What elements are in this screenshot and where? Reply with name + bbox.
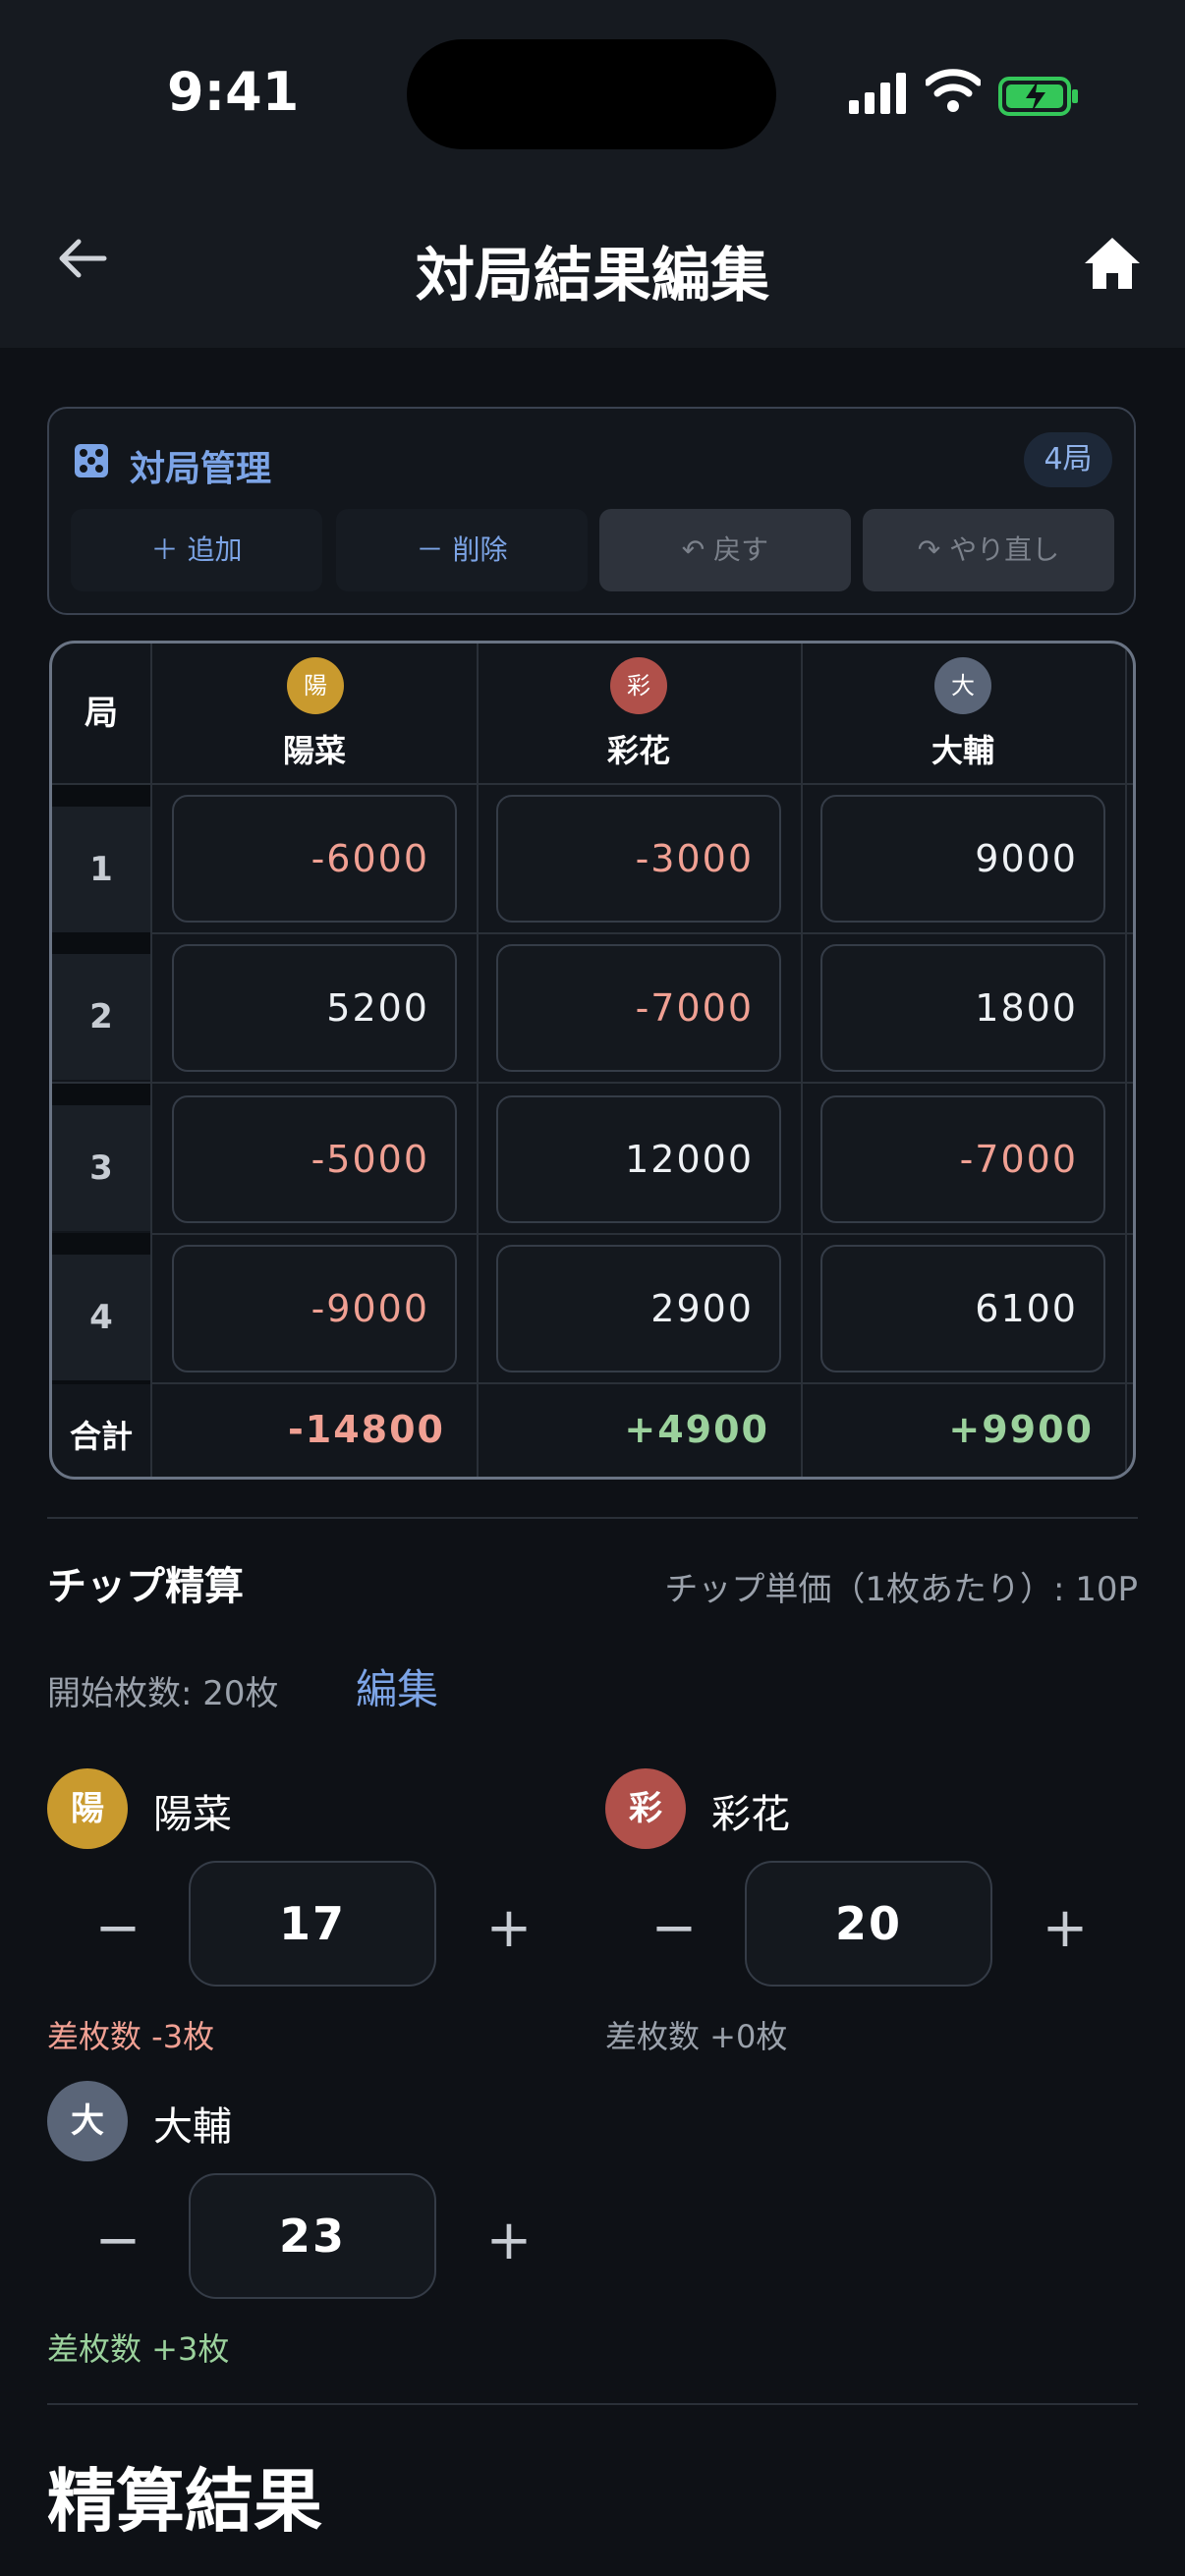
- total-score: -14800: [288, 1408, 445, 1451]
- player-name: 彩花: [711, 1792, 790, 1837]
- home-icon[interactable]: [1083, 234, 1142, 293]
- page-title: 対局結果編集: [416, 242, 769, 310]
- score-cell[interactable]: 2900: [496, 1245, 781, 1372]
- chip-count-field[interactable]: 23: [189, 2173, 436, 2299]
- player-name-header: 陽菜: [282, 732, 346, 769]
- delete-round-button[interactable]: － 削除: [336, 509, 588, 591]
- chip-count-field[interactable]: 17: [189, 1861, 436, 1987]
- chip-edit-link[interactable]: 編集: [356, 1656, 438, 1716]
- decrement-button[interactable]: −: [88, 2209, 147, 2272]
- chip-count-field[interactable]: 20: [745, 1861, 992, 1987]
- total-score: +9900: [948, 1408, 1094, 1451]
- increment-button[interactable]: +: [1036, 1896, 1095, 1960]
- round-number: 1: [52, 807, 150, 932]
- player-name-header: 彩花: [606, 732, 670, 769]
- increment-button[interactable]: +: [480, 2209, 538, 2272]
- score-cell[interactable]: -5000: [172, 1095, 457, 1223]
- chip-diff: 差枚数 -3枚: [47, 2018, 215, 2055]
- redo-button[interactable]: ↷ やり直し: [863, 509, 1114, 591]
- score-cell[interactable]: 5200: [172, 944, 457, 1072]
- score-cell[interactable]: -7000: [820, 1095, 1105, 1223]
- divider: [47, 1517, 1138, 1519]
- divider: [47, 2403, 1138, 2405]
- player-avatar: 彩: [610, 657, 667, 714]
- score-cell[interactable]: 6100: [820, 1245, 1105, 1372]
- redo-icon: ↷: [917, 533, 950, 566]
- decrement-button[interactable]: −: [88, 1896, 147, 1960]
- increment-button[interactable]: +: [480, 1896, 538, 1960]
- player-avatar: 大: [934, 657, 991, 714]
- settlement-title: 精算結果: [47, 2461, 322, 2542]
- chip-start-count: 開始枚数: 20枚: [47, 1674, 279, 1713]
- player-avatar: 陽: [47, 1768, 128, 1849]
- undo-icon: ↶: [681, 533, 714, 566]
- dynamic-island: [407, 39, 776, 149]
- signal-icon: [849, 73, 906, 114]
- player-avatar: 大: [47, 2081, 128, 2161]
- score-cell[interactable]: 12000: [496, 1095, 781, 1223]
- score-cell[interactable]: 9000: [820, 795, 1105, 923]
- score-cell[interactable]: -6000: [172, 795, 457, 923]
- score-cell[interactable]: -7000: [496, 944, 781, 1072]
- player-avatar: 陽: [287, 657, 344, 714]
- chip-unit-price: チップ単価（1枚あたり）: 10P: [664, 1570, 1138, 1609]
- game-management-label: 対局管理: [130, 449, 272, 489]
- undo-button[interactable]: ↶ 戻す: [599, 509, 851, 591]
- round-number: 3: [52, 1105, 150, 1231]
- round-number: 4: [52, 1255, 150, 1380]
- score-cell[interactable]: -9000: [172, 1245, 457, 1372]
- add-round-button[interactable]: ＋ 追加: [71, 509, 322, 591]
- status-time: 9:41: [167, 61, 300, 123]
- total-label: 合計: [69, 1418, 133, 1455]
- chip-section-title: チップ精算: [47, 1564, 244, 1609]
- player-name: 陽菜: [153, 1792, 232, 1837]
- chip-diff: 差枚数 +3枚: [47, 2330, 230, 2368]
- chip-diff: 差枚数 +0枚: [605, 2018, 788, 2055]
- undo-label: 戻す: [713, 533, 769, 566]
- score-cell[interactable]: 1800: [820, 944, 1105, 1072]
- redo-label: やり直し: [949, 533, 1060, 566]
- decrement-button[interactable]: −: [645, 1896, 704, 1960]
- player-avatar: 彩: [605, 1768, 686, 1849]
- battery-charging-icon: [998, 77, 1078, 116]
- round-column-header: 局: [85, 694, 118, 733]
- score-table: 局 陽 陽菜 彩 彩花 大 大輔 1 2 3 4 -6000 -3000 900…: [49, 641, 1136, 1480]
- player-name-header: 大輔: [931, 732, 994, 769]
- wifi-icon: [926, 69, 981, 112]
- score-cell[interactable]: -3000: [496, 795, 781, 923]
- total-score: +4900: [624, 1408, 769, 1451]
- dice-icon: [75, 444, 108, 477]
- player-name: 大輔: [153, 2104, 232, 2150]
- round-number: 2: [52, 954, 150, 1080]
- round-count-badge: 4局: [1024, 432, 1112, 487]
